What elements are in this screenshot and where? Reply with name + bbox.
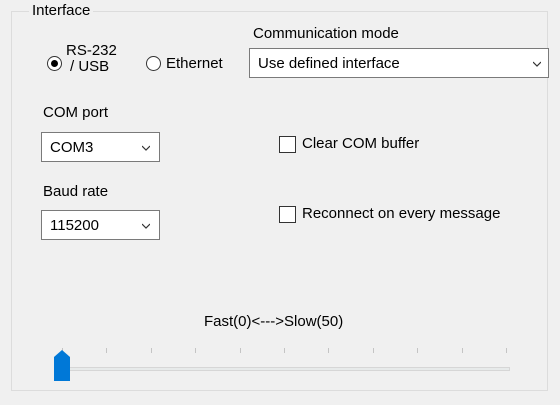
clear-com-buffer-label: Clear COM buffer	[302, 135, 420, 152]
communication-mode-label: Communication mode	[253, 25, 399, 42]
speed-slider-track[interactable]	[62, 367, 510, 371]
chevron-down-icon	[533, 61, 541, 67]
radio-ethernet-button[interactable]	[146, 56, 161, 71]
slider-tick	[240, 348, 241, 353]
clear-com-buffer-box[interactable]	[279, 136, 296, 153]
radio-rs232-label-line1: RS-232	[66, 42, 117, 59]
chevron-down-icon	[142, 223, 150, 229]
speed-slider-thumb[interactable]	[54, 350, 70, 381]
slider-tick	[284, 348, 285, 353]
slider-tick	[328, 348, 329, 353]
radio-ethernet-label: Ethernet	[166, 55, 223, 72]
interface-group-title: Interface	[29, 2, 94, 19]
slider-tick	[506, 348, 507, 353]
radio-rs232-label-line2: / USB	[70, 58, 110, 75]
communication-mode-select[interactable]: Use defined interface	[249, 48, 549, 78]
radio-rs232-button[interactable]	[47, 56, 62, 71]
baud-rate-select[interactable]: 115200	[41, 210, 160, 240]
baud-rate-value: 115200	[50, 217, 99, 234]
chevron-down-icon	[142, 145, 150, 151]
com-port-value: COM3	[50, 139, 94, 156]
slider-tick	[151, 348, 152, 353]
com-port-label: COM port	[43, 104, 109, 121]
slider-tick	[462, 348, 463, 353]
slider-tick	[195, 348, 196, 353]
speed-slider-label: Fast(0)<--->Slow(50)	[204, 313, 344, 330]
communication-mode-value: Use defined interface	[258, 55, 400, 72]
reconnect-label: Reconnect on every message	[302, 205, 501, 222]
slider-tick	[373, 348, 374, 353]
reconnect-box[interactable]	[279, 206, 296, 223]
com-port-select[interactable]: COM3	[41, 132, 160, 162]
slider-tick	[417, 348, 418, 353]
slider-tick	[106, 348, 107, 353]
baud-rate-label: Baud rate	[43, 183, 109, 200]
